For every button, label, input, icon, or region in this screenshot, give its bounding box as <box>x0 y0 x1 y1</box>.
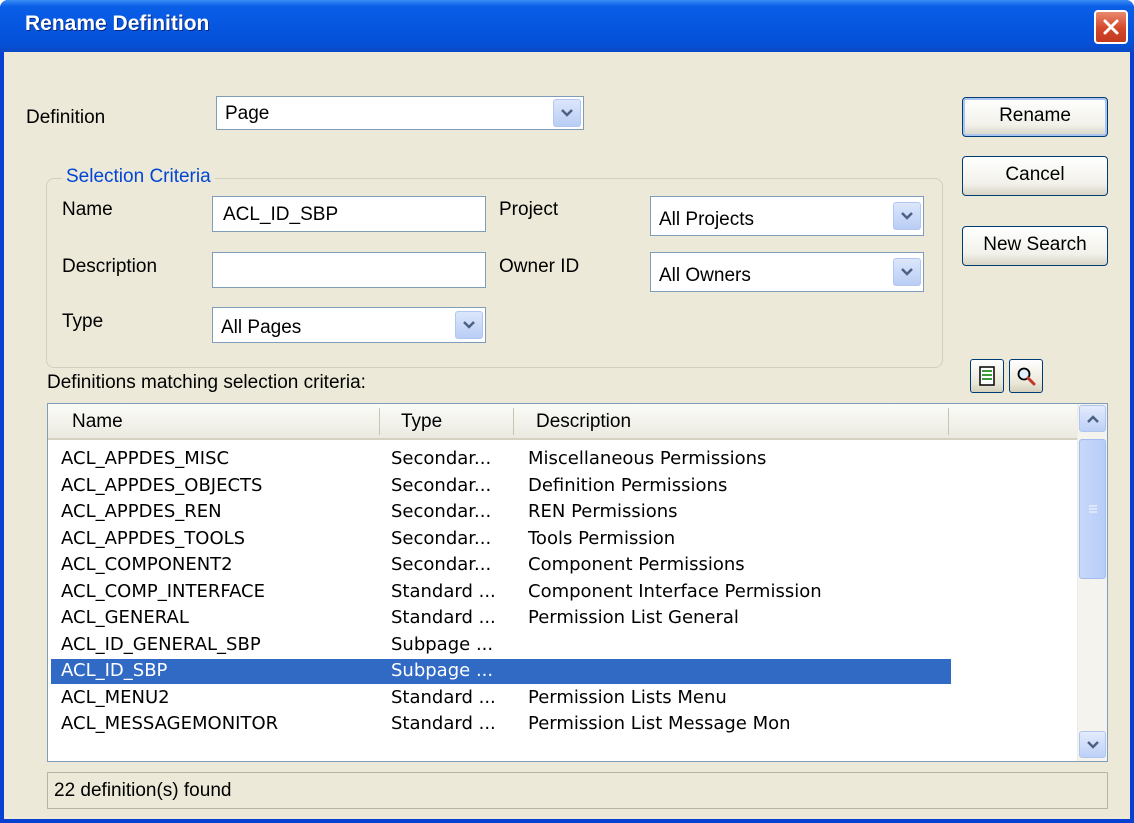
magnifier-icon <box>1017 367 1036 386</box>
definition-dropdown[interactable]: Page <box>216 96 584 130</box>
chevron-down-icon <box>1086 740 1099 749</box>
new-search-button[interactable]: New Search <box>962 226 1108 266</box>
list-item[interactable]: ACL_APPDES_REN Secondar... REN Permissions <box>51 500 951 525</box>
list-item[interactable]: ACL_APPDES_OBJECTS Secondar... Definition … <box>51 474 951 499</box>
list-item-type: Standard ... <box>391 686 496 708</box>
list-item-name: ACL_COMPONENT2 <box>61 554 233 575</box>
column-header-type[interactable]: Type <box>401 411 442 433</box>
list-item-name: ACL_APPDES_MISC <box>61 448 230 469</box>
project-label: Project <box>499 199 559 220</box>
list-item-desc: Definition Permissions <box>528 474 728 496</box>
list-item[interactable]: ACL_MESSAGEMONITOR Standard ... Permission… <box>51 712 951 737</box>
list-item-desc: Tools Permission <box>528 527 676 549</box>
type-dropdown[interactable]: All Pages <box>212 307 486 343</box>
list-item[interactable]: ACL_APPDES_MISC Secondar... Miscellaneous … <box>51 447 951 472</box>
list-item-name: ACL_ID_SBP <box>61 660 168 681</box>
list-item-type: Secondar... <box>391 474 492 496</box>
vertical-scrollbar[interactable] <box>1077 404 1107 761</box>
list-header: Name Type Description <box>48 404 1078 440</box>
owner-id-value: All Owners <box>659 265 751 286</box>
list-item-name: ACL_GENERAL <box>61 607 189 628</box>
list-item-desc: Permission List Message Mon <box>528 713 791 734</box>
list-item-type: Standard ... <box>391 607 496 628</box>
type-value: All Pages <box>221 317 302 338</box>
list-item-type: Standard ... <box>391 713 496 734</box>
list-item[interactable]: ACL_APPDES_TOOLS Secondar... Tools Permiss… <box>51 527 951 552</box>
list-item-desc: REN Permissions <box>528 501 678 522</box>
list-item-type: Secondar... <box>391 448 492 469</box>
list-item-type: Subpage ... <box>391 660 494 681</box>
list-item-name: ACL_MESSAGEMONITOR <box>61 713 279 734</box>
project-dropdown[interactable]: All Projects <box>650 196 924 236</box>
close-button[interactable] <box>1094 10 1128 44</box>
search-button[interactable] <box>1009 359 1043 393</box>
chevron-down-icon[interactable] <box>893 202 921 230</box>
list-item-type: Secondar... <box>391 527 492 549</box>
properties-button[interactable] <box>970 359 1004 393</box>
scroll-thumb[interactable] <box>1079 439 1106 579</box>
list-item-name: ACL_ID_GENERAL_SBP <box>61 633 261 655</box>
owner-id-dropdown[interactable]: All Owners <box>650 252 924 292</box>
rename-definition-dialog: Rename Definition Definition Page Rename… <box>0 0 1134 823</box>
scroll-down-button[interactable] <box>1079 731 1106 758</box>
cancel-button[interactable]: Cancel <box>962 156 1108 196</box>
rename-button[interactable]: Rename <box>962 97 1108 137</box>
chevron-down-icon[interactable] <box>455 311 483 339</box>
list-item-desc: Permission List General <box>528 607 739 628</box>
definition-label: Definition <box>26 107 106 128</box>
name-label: Name <box>62 199 113 220</box>
status-bar: 22 definition(s) found <box>47 772 1108 809</box>
scroll-up-button[interactable] <box>1079 405 1106 432</box>
column-separator[interactable] <box>948 408 949 435</box>
grip-icon <box>1088 505 1097 513</box>
definition-value: Page <box>225 103 270 124</box>
window-title: Rename Definition <box>25 12 210 35</box>
description-field[interactable] <box>212 252 486 288</box>
status-text: 22 definition(s) found <box>54 780 232 801</box>
list-item[interactable]: ACL_COMP_INTERFACE Standard ... Component … <box>51 580 951 605</box>
list-item-type: Secondar... <box>391 501 492 522</box>
type-label: Type <box>62 311 104 332</box>
project-value: All Projects <box>659 209 755 230</box>
description-label: Description <box>62 256 158 277</box>
list-caption: Definitions matching selection criteria: <box>47 372 366 393</box>
list-item-name: ACL_APPDES_TOOLS <box>61 527 246 549</box>
name-field[interactable]: ACL_ID_SBP <box>212 196 486 232</box>
list-item[interactable]: ACL_GENERAL Standard ... Permission List G… <box>51 606 951 631</box>
list-item-type: Standard ... <box>391 580 496 602</box>
owner-id-label: Owner ID <box>499 256 580 277</box>
chevron-down-icon[interactable] <box>893 258 921 286</box>
list-item-name: ACL_MENU2 <box>61 686 170 708</box>
column-header-name[interactable]: Name <box>72 411 123 433</box>
list-item-desc: Component Interface Permission <box>528 580 822 602</box>
column-separator[interactable] <box>379 408 380 435</box>
column-header-description[interactable]: Description <box>536 411 631 433</box>
list-item-name: ACL_COMP_INTERFACE <box>61 580 266 602</box>
list-item-type: Subpage ... <box>391 633 494 655</box>
list-item[interactable]: ACL_ID_SBP Subpage ... <box>51 659 951 684</box>
list-item-name: ACL_APPDES_OBJECTS <box>61 474 263 496</box>
list-item-type: Secondar... <box>391 554 492 575</box>
close-icon <box>1103 19 1119 35</box>
list-item-desc: Permission Lists Menu <box>528 686 727 708</box>
list-item[interactable]: ACL_COMPONENT2 Secondar... Component Permi… <box>51 553 951 578</box>
column-separator[interactable] <box>513 408 514 435</box>
selection-criteria-title: Selection Criteria <box>62 166 215 188</box>
definitions-list[interactable]: Name Type Description ACL_APPDES_MISC Sec… <box>47 403 1108 762</box>
list-item[interactable]: ACL_MENU2 Standard ... Permission Lists Me… <box>51 686 951 711</box>
list-item-name: ACL_APPDES_REN <box>61 501 222 522</box>
list-item[interactable]: ACL_ID_GENERAL_SBP Subpage ... <box>51 633 951 658</box>
chevron-down-icon[interactable] <box>553 99 581 127</box>
list-item-desc: Component Permissions <box>528 554 745 575</box>
list-item-desc: Miscellaneous Permissions <box>528 448 767 469</box>
chevron-up-icon <box>1086 414 1099 423</box>
name-value: ACL_ID_SBP <box>223 204 339 225</box>
title-bar[interactable]: Rename Definition <box>0 0 1134 52</box>
properties-icon <box>979 366 995 386</box>
